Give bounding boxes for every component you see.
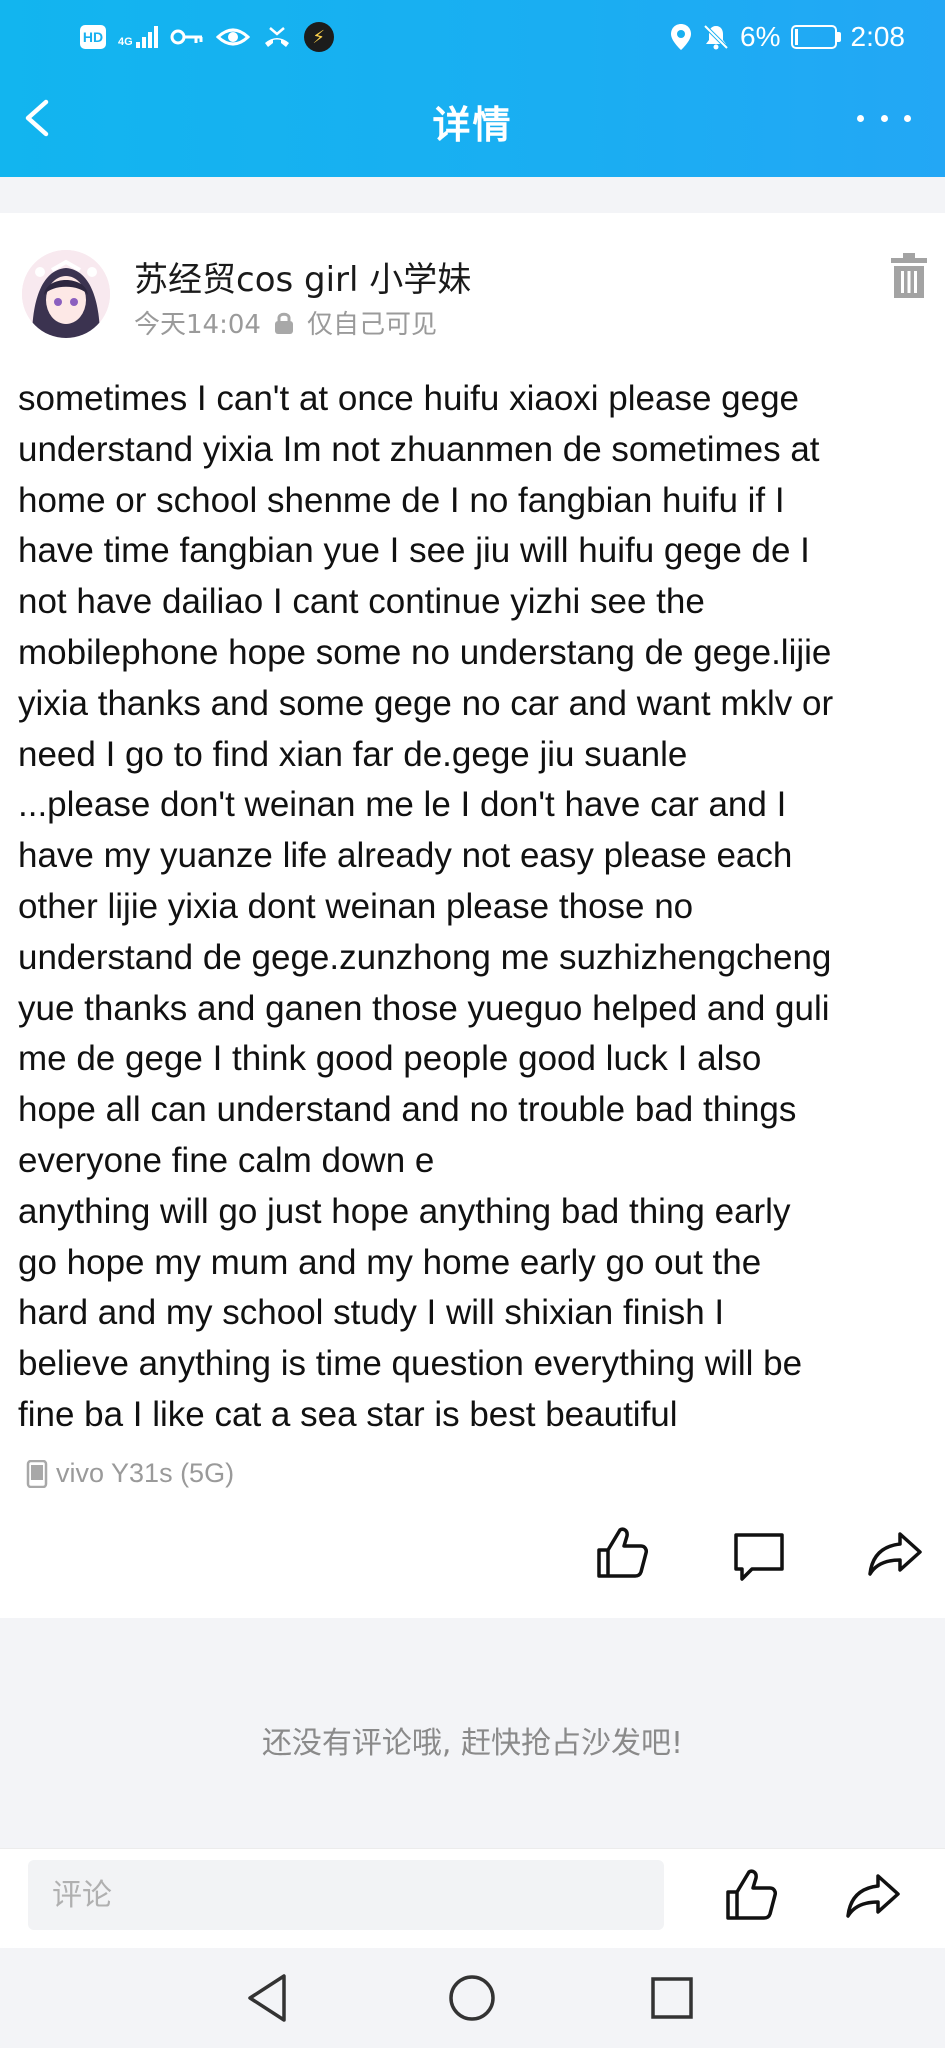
nav-recents-button[interactable] bbox=[642, 1968, 702, 2028]
post-content: sometimes I can't at once huifu xiaoxi p… bbox=[18, 379, 834, 1434]
app-header: HD 4G ⚡ 6% 2:08 详情 bbox=[0, 0, 945, 177]
avatar[interactable] bbox=[22, 250, 110, 338]
system-nav-bar bbox=[0, 1948, 945, 2048]
avatar-image bbox=[22, 250, 110, 338]
comment-button[interactable] bbox=[730, 1527, 788, 1585]
network-type: 4G bbox=[118, 36, 133, 48]
post-meta: 今天14:04 仅自己可见 bbox=[134, 304, 437, 341]
comment-input[interactable] bbox=[28, 1860, 664, 1930]
mute-icon bbox=[703, 24, 729, 50]
share-button[interactable] bbox=[866, 1524, 924, 1582]
nav-back-button[interactable] bbox=[240, 1968, 300, 2028]
location-icon bbox=[671, 24, 692, 50]
signal-icon: 4G bbox=[118, 26, 158, 48]
hd-badge: HD bbox=[80, 25, 106, 49]
status-bar-right: 6% 2:08 bbox=[670, 20, 905, 54]
status-bar-left: HD 4G ⚡ bbox=[80, 20, 334, 54]
status-bar: HD 4G ⚡ 6% 2:08 bbox=[0, 0, 945, 74]
like-button[interactable] bbox=[593, 1524, 651, 1582]
header-divider bbox=[0, 177, 945, 213]
lock-icon bbox=[274, 312, 293, 334]
more-options-button[interactable] bbox=[857, 100, 911, 136]
nav-home-button[interactable] bbox=[442, 1968, 502, 2028]
post-time: 今天14:04 bbox=[134, 310, 261, 340]
bottom-like-button[interactable] bbox=[722, 1866, 780, 1924]
eye-icon bbox=[215, 28, 250, 46]
post-author-name[interactable]: 苏经贸cos girl 小学妹 bbox=[134, 252, 471, 301]
bottom-share-button[interactable] bbox=[844, 1866, 902, 1924]
key-icon bbox=[170, 29, 203, 45]
missed-call-icon bbox=[264, 27, 289, 47]
device-source: vivo Y31s (5G) bbox=[26, 1458, 234, 1489]
visibility-label: 仅自己可见 bbox=[306, 310, 437, 340]
phone-icon bbox=[26, 1459, 48, 1488]
battery-icon bbox=[790, 25, 841, 49]
trash-icon[interactable] bbox=[889, 252, 929, 300]
charging-app-icon: ⚡ bbox=[303, 22, 334, 52]
page-title: 详情 bbox=[432, 103, 513, 147]
empty-comments-text: 还没有评论哦, 赶快抢占沙发吧! bbox=[261, 1726, 684, 1761]
clock: 2:08 bbox=[850, 21, 906, 52]
battery-percent: 6% bbox=[740, 21, 781, 52]
device-name: vivo Y31s (5G) bbox=[56, 1458, 235, 1488]
